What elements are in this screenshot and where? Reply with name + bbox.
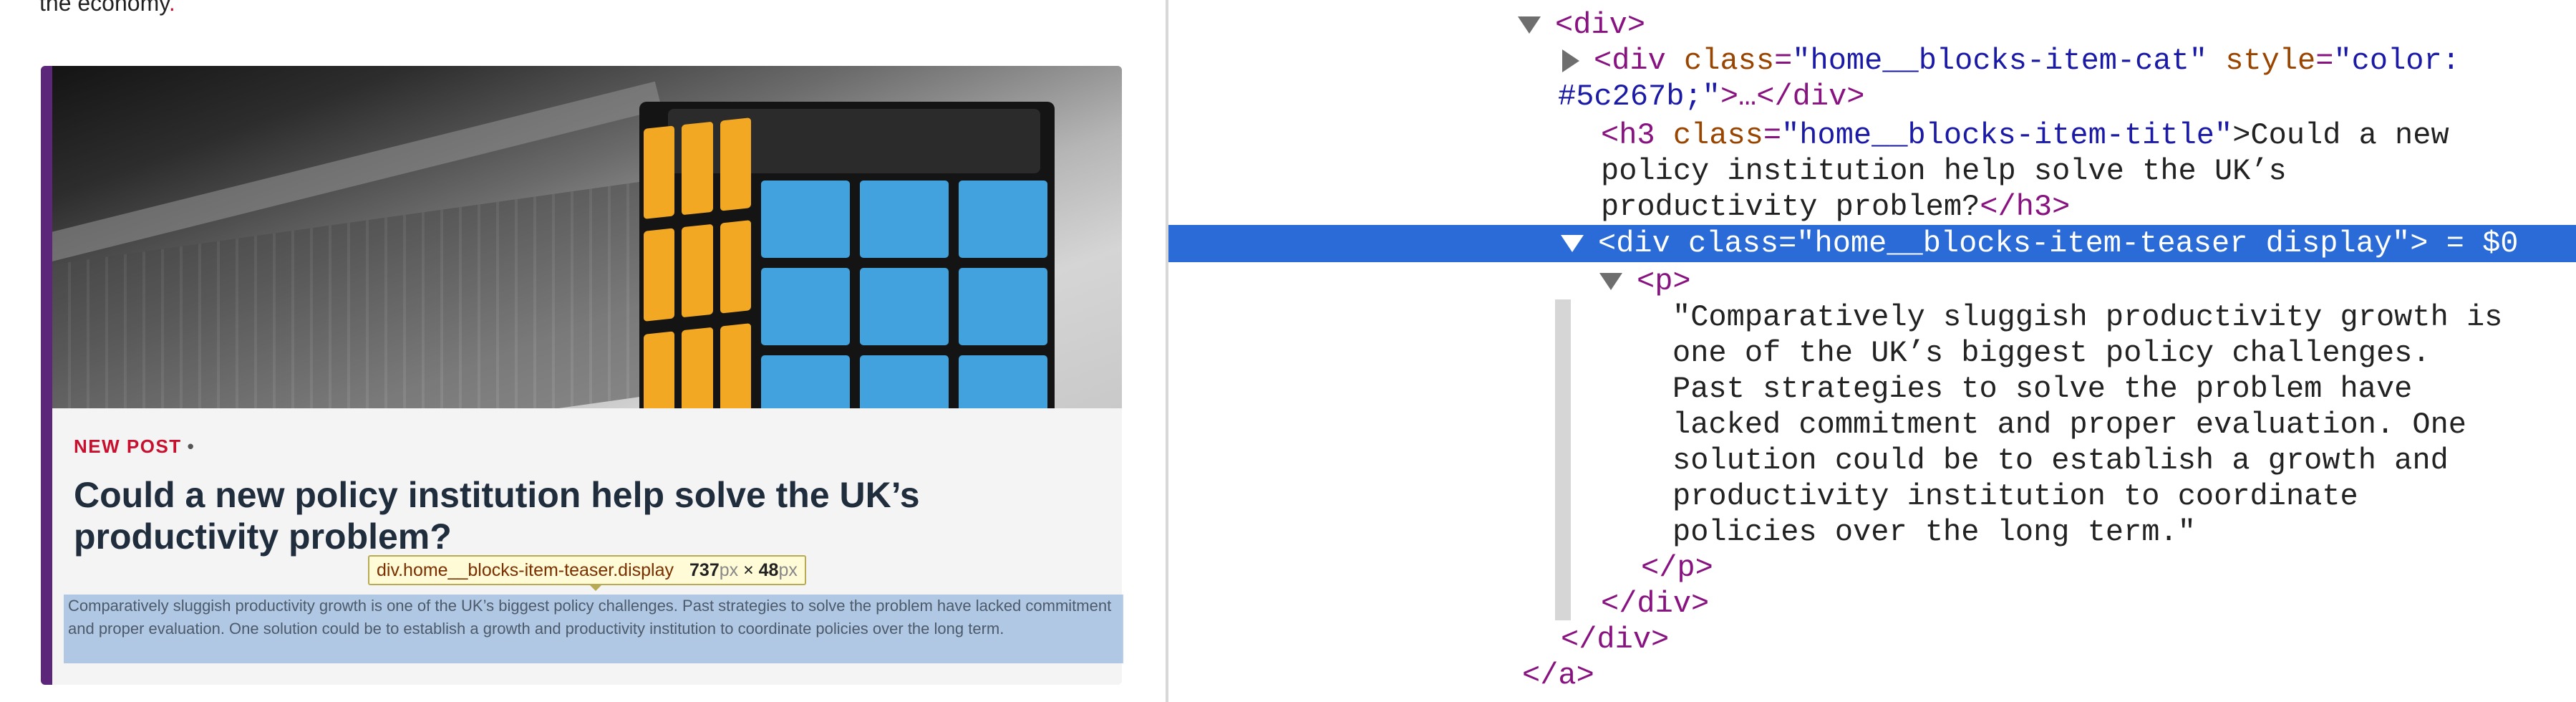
expand-triangle-icon[interactable] xyxy=(1561,234,1584,252)
post-hero-image[interactable] xyxy=(52,66,1122,408)
dom-node-cat-div[interactable]: <div class="home__blocks-item-cat" style… xyxy=(1558,43,2460,79)
expand-triangle-icon[interactable] xyxy=(1518,16,1541,34)
cube-tile xyxy=(682,121,713,216)
tooltip-selector: div.home__blocks-item-teaser.display xyxy=(377,559,674,580)
dom-text-node[interactable]: solution could be to establish a growth … xyxy=(1672,443,2449,479)
dom-node-h3[interactable]: <h3 class="home__blocks-item-title">Coul… xyxy=(1601,117,2449,153)
rubiks-cube-graphic xyxy=(639,102,1055,408)
post-teaser-highlighted[interactable]: Comparatively sluggish productivity grow… xyxy=(64,595,1123,663)
cube-tile xyxy=(644,228,675,322)
page-preview: the economy. NEW POST • Could a new poli… xyxy=(0,0,1166,702)
dom-node-h3-text-end[interactable]: productivity problem?</h3> xyxy=(1601,189,2070,225)
cube-tile xyxy=(761,181,850,258)
cube-tile xyxy=(644,330,675,408)
dom-node-a-close[interactable]: </a> xyxy=(1522,658,1594,693)
dom-node-selected-teaser-div[interactable]: <div class="home__blocks-item-teaser dis… xyxy=(1168,225,2576,262)
cube-tile xyxy=(860,181,949,258)
dom-node-p[interactable]: <p> xyxy=(1599,264,1691,299)
dom-text-node[interactable]: productivity institution to coordinate xyxy=(1672,479,2358,514)
cube-orange-face xyxy=(644,117,751,408)
tooltip-width: 737 xyxy=(689,559,720,580)
console-ref-badge: = $0 xyxy=(2428,226,2519,261)
collapse-triangle-icon[interactable] xyxy=(1562,49,1579,72)
cube-tile xyxy=(644,125,675,219)
dom-text-node[interactable]: policies over the long term." xyxy=(1672,514,2196,550)
cube-blue-face xyxy=(761,181,1047,408)
category-separator: • xyxy=(187,436,195,457)
dom-node-cat-div-cont[interactable]: #5c267b;">…</div> xyxy=(1558,79,1864,115)
cube-tile xyxy=(761,355,850,408)
dom-node-div[interactable]: <div> xyxy=(1518,7,1645,43)
cube-tile xyxy=(761,268,850,345)
dom-text-node[interactable]: one of the UK’s biggest policy challenge… xyxy=(1672,335,2431,371)
cube-tile xyxy=(959,355,1047,408)
dom-text-node[interactable]: lacked commitment and proper evaluation.… xyxy=(1672,407,2466,443)
cube-tile xyxy=(720,220,751,314)
cube-tile xyxy=(720,117,751,211)
cube-tile xyxy=(860,268,949,345)
cube-tile xyxy=(959,181,1047,258)
inspect-tooltip: div.home__blocks-item-teaser.display 737… xyxy=(368,555,806,585)
cube-tile xyxy=(860,355,949,408)
expand-triangle-icon[interactable] xyxy=(1599,272,1622,290)
tooltip-height: 48 xyxy=(758,559,779,580)
dom-node-p-close[interactable]: </p> xyxy=(1641,550,1713,586)
dom-node-div-close[interactable]: </div> xyxy=(1601,586,1709,622)
tree-guide-line xyxy=(1555,299,1571,620)
cube-tile xyxy=(959,268,1047,345)
dom-text-node[interactable]: Past strategies to solve the problem hav… xyxy=(1672,371,2412,407)
post-category[interactable]: NEW POST • xyxy=(74,436,195,458)
dom-node-div-close[interactable]: </div> xyxy=(1561,622,1669,658)
cube-tile xyxy=(682,327,713,408)
post-title[interactable]: Could a new policy institution help solv… xyxy=(74,474,1090,557)
dom-text-node[interactable]: "Comparatively sluggish productivity gro… xyxy=(1672,299,2502,335)
previous-teaser-snippet: the economy. xyxy=(39,0,175,16)
post-card[interactable]: NEW POST • Could a new policy institution… xyxy=(41,66,1122,685)
cube-tile xyxy=(682,224,713,318)
dom-node-h3-text[interactable]: policy institution help solve the UK’s xyxy=(1601,153,2287,189)
cube-tile xyxy=(720,322,751,408)
tooltip-arrow-icon xyxy=(589,584,603,591)
devtools-elements-panel[interactable]: <div> <div class="home__blocks-item-cat"… xyxy=(1168,0,2576,702)
